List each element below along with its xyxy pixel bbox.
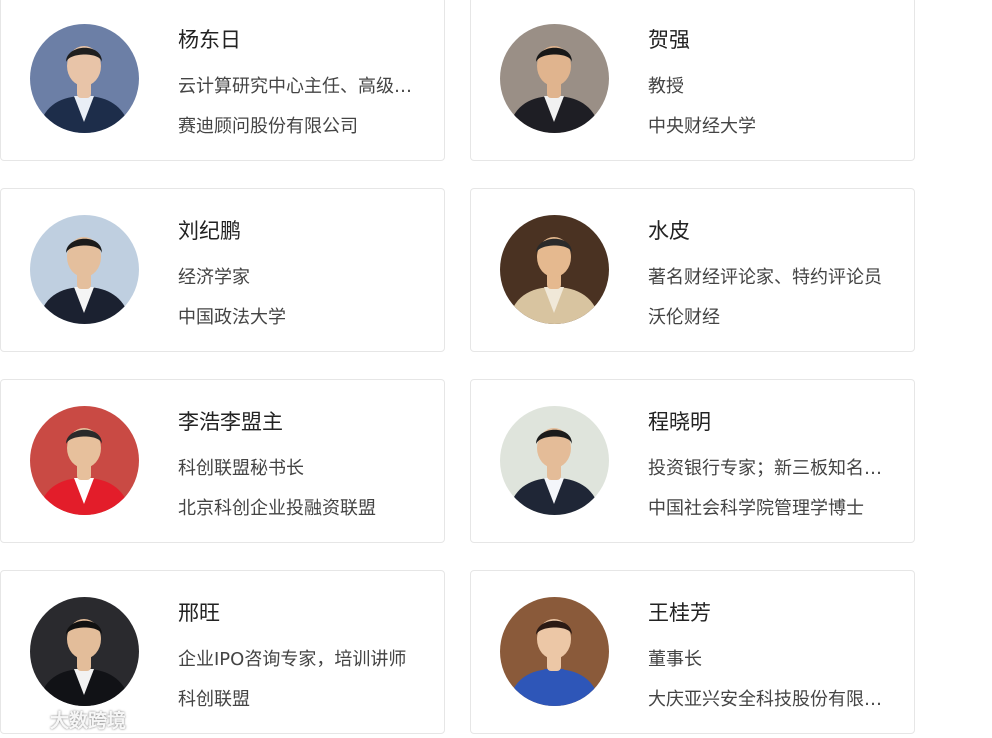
speaker-portrait-icon xyxy=(30,597,139,706)
speaker-portrait-icon xyxy=(30,215,139,324)
speaker-avatar[interactable] xyxy=(500,24,609,133)
speaker-grid: 杨东日云计算研究中心主任、高级分析师赛迪顾问股份有限公司贺强教授中央财经大学刘纪… xyxy=(0,0,992,738)
speaker-name[interactable]: 王桂芳 xyxy=(648,597,711,627)
speaker-organization: 中央财经大学 xyxy=(648,116,756,137)
speaker-portrait-icon xyxy=(500,24,609,133)
speaker-organization: 大庆亚兴安全科技股份有限公司 xyxy=(648,689,886,710)
watermark-text: 大数跨境 xyxy=(50,710,127,732)
speaker-title: 著名财经评论家、特约评论员 xyxy=(648,267,882,288)
speaker-avatar[interactable] xyxy=(500,406,609,515)
speaker-title: 云计算研究中心主任、高级分析师 xyxy=(178,76,416,97)
speaker-portrait-icon xyxy=(500,406,609,515)
speaker-card[interactable]: 王桂芳董事长大庆亚兴安全科技股份有限公司 xyxy=(470,570,915,734)
speaker-card[interactable]: 程晓明投资银行专家；新三板知名专家 中国社会科学院管理学博士 xyxy=(470,379,915,543)
speaker-name[interactable]: 水皮 xyxy=(648,215,690,245)
speaker-title: 科创联盟秘书长 xyxy=(178,458,304,479)
speaker-card[interactable]: 李浩李盟主科创联盟秘书长北京科创企业投融资联盟 xyxy=(0,379,445,543)
speaker-title: 经济学家 xyxy=(178,267,250,288)
speaker-card[interactable]: 杨东日云计算研究中心主任、高级分析师赛迪顾问股份有限公司 xyxy=(0,0,445,161)
speaker-avatar[interactable] xyxy=(30,597,139,706)
speaker-avatar[interactable] xyxy=(500,597,609,706)
watermark: 大数跨境 xyxy=(8,706,126,733)
brand-logo-icon xyxy=(8,707,46,733)
speaker-avatar[interactable] xyxy=(500,215,609,324)
speaker-card[interactable]: 水皮著名财经评论家、特约评论员 沃伦财经 xyxy=(470,188,915,352)
speaker-name[interactable]: 贺强 xyxy=(648,24,690,54)
speaker-organization: 中国社会科学院管理学博士 xyxy=(648,498,864,519)
speaker-name[interactable]: 程晓明 xyxy=(648,406,711,436)
speaker-name[interactable]: 李浩李盟主 xyxy=(178,406,283,436)
speaker-title: 企业IPO咨询专家，培训讲师 xyxy=(178,649,407,670)
speaker-title: 投资银行专家；新三板知名专家 xyxy=(648,458,886,479)
speaker-portrait-icon xyxy=(30,24,139,133)
speaker-portrait-icon xyxy=(500,597,609,706)
speaker-card[interactable]: 贺强教授中央财经大学 xyxy=(470,0,915,161)
speaker-organization: 赛迪顾问股份有限公司 xyxy=(178,116,358,137)
speaker-avatar[interactable] xyxy=(30,406,139,515)
speaker-portrait-icon xyxy=(500,215,609,324)
speaker-portrait-icon xyxy=(30,406,139,515)
speaker-title: 教授 xyxy=(648,76,684,97)
speaker-organization: 科创联盟 xyxy=(178,689,250,710)
speaker-avatar[interactable] xyxy=(30,24,139,133)
speaker-organization: 中国政法大学 xyxy=(178,307,286,328)
speaker-card[interactable]: 刘纪鹏经济学家中国政法大学 xyxy=(0,188,445,352)
speaker-name[interactable]: 刘纪鹏 xyxy=(178,215,241,245)
speaker-title: 董事长 xyxy=(648,649,702,670)
speaker-organization: 沃伦财经 xyxy=(648,307,720,328)
speaker-organization: 北京科创企业投融资联盟 xyxy=(178,498,376,519)
speaker-name[interactable]: 杨东日 xyxy=(178,24,241,54)
speaker-avatar[interactable] xyxy=(30,215,139,324)
speaker-name[interactable]: 邢旺 xyxy=(178,597,220,627)
